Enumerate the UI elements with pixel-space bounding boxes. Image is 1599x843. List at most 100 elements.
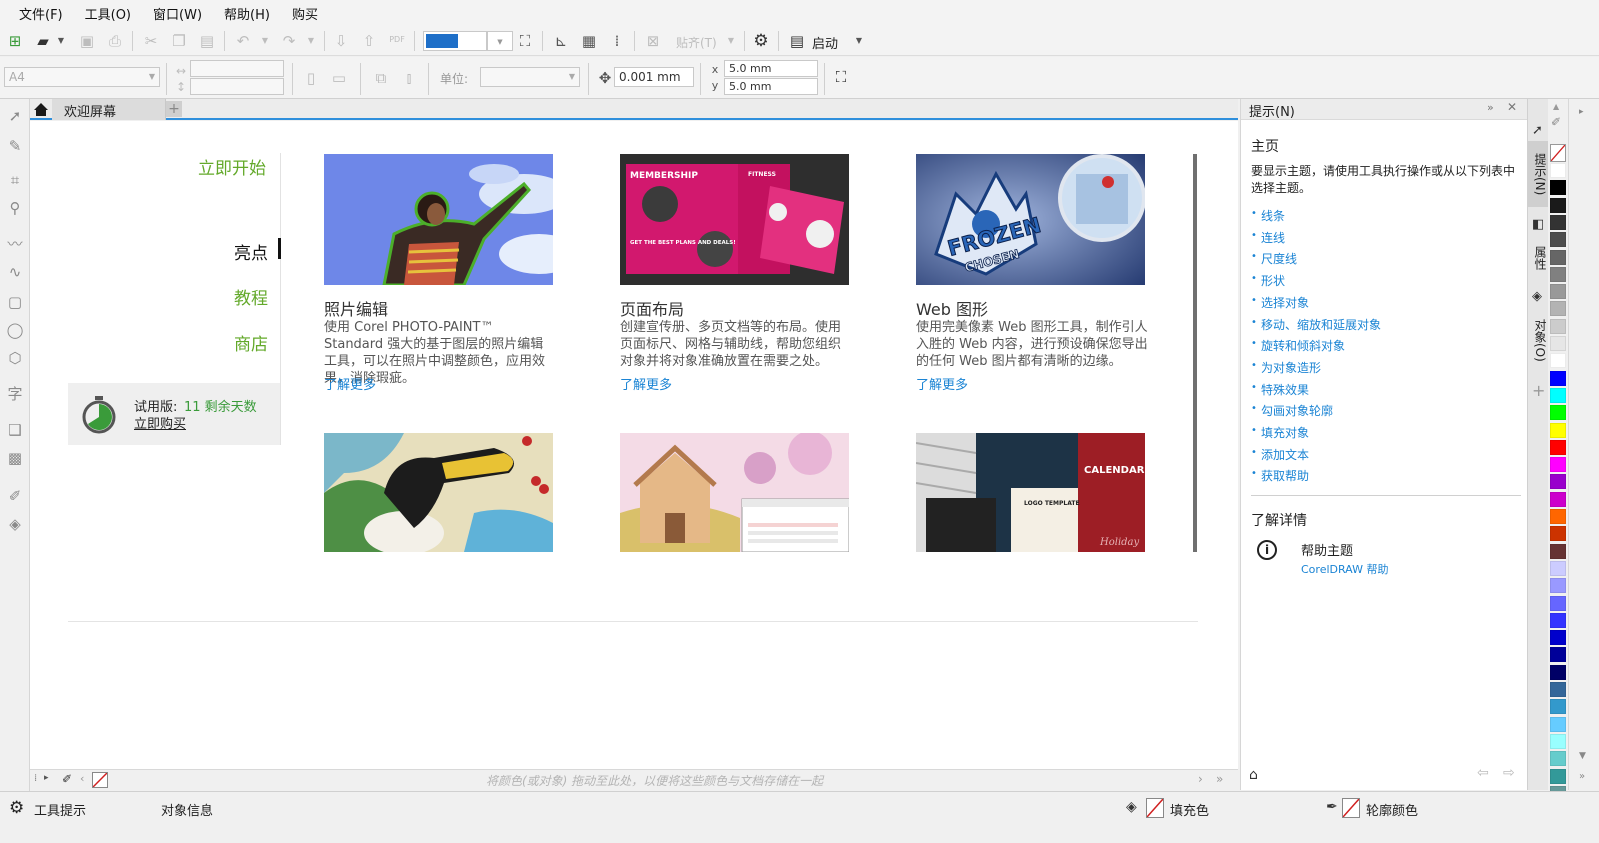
nav-get-started[interactable]: 立即开始 bbox=[198, 154, 266, 179]
add-tab-icon[interactable]: + bbox=[166, 101, 182, 117]
palette-scroll-right-icon[interactable]: › bbox=[1198, 772, 1203, 786]
menu-help[interactable]: 帮助(H) bbox=[213, 4, 281, 23]
object-info-label[interactable]: 对象信息 bbox=[161, 800, 213, 819]
palette-swatch[interactable] bbox=[1550, 284, 1566, 299]
interactive-fill-icon[interactable]: ◈ bbox=[6, 515, 24, 533]
strip-up-icon[interactable]: ▸ bbox=[1579, 107, 1584, 117]
learn-more-photo-editing[interactable]: 了解更多 bbox=[324, 374, 376, 393]
buy-now-link[interactable]: 立即购买 bbox=[134, 413, 186, 432]
nav-store[interactable]: 商店 bbox=[234, 330, 268, 355]
hint-topic-link[interactable]: 移动、缩放和延展对象 bbox=[1261, 316, 1381, 333]
all-pages-icon[interactable]: ⧉ bbox=[372, 69, 390, 87]
palette-swatch[interactable] bbox=[1550, 578, 1566, 593]
palette-swatch[interactable] bbox=[1550, 180, 1566, 195]
hint-topic-link[interactable]: 为对象造形 bbox=[1261, 359, 1321, 376]
palette-swatch[interactable] bbox=[1550, 647, 1566, 662]
outline-color-swatch[interactable] bbox=[1342, 798, 1360, 818]
hint-topic-link[interactable]: 获取帮助 bbox=[1261, 467, 1309, 484]
palette-swatch[interactable] bbox=[1550, 699, 1566, 714]
palette-swatch[interactable] bbox=[1550, 492, 1566, 507]
freehand-tool-icon[interactable]: 〰 bbox=[6, 235, 24, 253]
palette-swatch[interactable] bbox=[1550, 544, 1566, 559]
palette-swatch[interactable] bbox=[1550, 353, 1566, 368]
units-select[interactable]: ▼ bbox=[480, 67, 580, 87]
undo-icon[interactable]: ↶ bbox=[234, 32, 252, 50]
tab-properties[interactable]: 属性 bbox=[1528, 233, 1549, 283]
shape-tool-icon[interactable]: ✎ bbox=[6, 137, 24, 155]
rulers-icon[interactable]: ⊾ bbox=[552, 32, 570, 50]
color-eyedropper-icon[interactable]: ✐ bbox=[62, 772, 72, 786]
options-gear-icon[interactable]: ⚙ bbox=[752, 32, 770, 50]
palette-swatch[interactable] bbox=[1550, 163, 1566, 178]
menu-window[interactable]: 窗口(W) bbox=[142, 4, 213, 23]
tab-objects[interactable]: 对象(O) bbox=[1528, 305, 1549, 375]
nav-tutorials[interactable]: 教程 bbox=[234, 284, 268, 309]
palette-swatch[interactable] bbox=[1550, 769, 1566, 784]
strip-more-icon[interactable]: » bbox=[1579, 771, 1585, 782]
text-tool-icon[interactable]: 字 bbox=[6, 385, 24, 403]
landscape-icon[interactable]: ▭ bbox=[330, 69, 348, 87]
hint-topic-link[interactable]: 连线 bbox=[1261, 229, 1285, 246]
import-icon[interactable]: ⇩ bbox=[332, 32, 350, 50]
palette-swatch[interactable] bbox=[1550, 267, 1566, 282]
paste-icon[interactable]: ▤ bbox=[198, 32, 216, 50]
status-gear-icon[interactable]: ⚙ bbox=[9, 798, 24, 818]
artistic-media-icon[interactable]: ∿ bbox=[6, 263, 24, 281]
hint-topic-link[interactable]: 特殊效果 bbox=[1261, 381, 1309, 398]
drop-shadow-tool-icon[interactable]: ❑ bbox=[6, 421, 24, 439]
redo-dropdown-icon[interactable]: ▼ bbox=[302, 32, 320, 50]
hint-topic-link[interactable]: 填充对象 bbox=[1261, 424, 1309, 441]
menu-buy[interactable]: 购买 bbox=[281, 4, 329, 23]
grid-icon[interactable]: ▦ bbox=[580, 32, 598, 50]
toucan-illustration-image[interactable] bbox=[324, 433, 553, 552]
hint-topic-link[interactable]: 添加文本 bbox=[1261, 446, 1309, 463]
redo-icon[interactable]: ↷ bbox=[280, 32, 298, 50]
palette-swatch[interactable] bbox=[1550, 561, 1566, 576]
cut-icon[interactable]: ✂ bbox=[142, 32, 160, 50]
palette-swatch[interactable] bbox=[1550, 630, 1566, 645]
web-graphics-image[interactable]: FROZEN CHOSEN bbox=[916, 154, 1145, 285]
hint-topic-link[interactable]: 线条 bbox=[1261, 207, 1285, 224]
current-page-icon[interactable]: ⫾ bbox=[400, 69, 418, 87]
rectangle-tool-icon[interactable]: ▢ bbox=[6, 293, 24, 311]
save-icon[interactable]: ▣ bbox=[78, 32, 96, 50]
open-document-icon[interactable]: ▰ bbox=[34, 32, 52, 50]
palette-swatch[interactable] bbox=[1550, 665, 1566, 680]
calendar-template-image[interactable]: CALENDAR 2025 LOGO TEMPLATE Holiday bbox=[916, 433, 1145, 552]
snap-to-button[interactable]: 贴齐(T) bbox=[676, 34, 717, 51]
lock-docker-icon[interactable]: ⌂ bbox=[1249, 767, 1258, 783]
palette-swatch[interactable] bbox=[1550, 682, 1566, 697]
scroll-left-icon[interactable]: ⁞ bbox=[34, 773, 37, 784]
hints-forward-icon[interactable]: ⇨ bbox=[1503, 765, 1515, 781]
copy-icon[interactable]: ❐ bbox=[170, 32, 188, 50]
transparency-tool-icon[interactable]: ▩ bbox=[6, 449, 24, 467]
open-dropdown-icon[interactable]: ▼ bbox=[52, 32, 70, 50]
nav-highlights[interactable]: 亮点 bbox=[234, 239, 268, 264]
tab-hints[interactable]: 提示(N) bbox=[1528, 141, 1549, 207]
palette-scroll-left-icon[interactable]: ‹ bbox=[80, 772, 84, 785]
palette-swatch[interactable] bbox=[1550, 371, 1566, 386]
palette-eyedropper-icon[interactable]: ✐ bbox=[1551, 115, 1561, 129]
palette-swatch[interactable] bbox=[1550, 457, 1566, 472]
publish-pdf-icon[interactable]: PDF bbox=[388, 31, 406, 49]
docker-close-icon[interactable]: ✕ bbox=[1507, 100, 1517, 114]
palette-swatch[interactable] bbox=[1550, 596, 1566, 611]
palette-swatch[interactable] bbox=[1550, 301, 1566, 316]
palette-none-swatch[interactable] bbox=[1550, 144, 1566, 162]
hints-back-icon[interactable]: ⇦ bbox=[1477, 765, 1489, 781]
expand-icon[interactable]: ▸ bbox=[44, 773, 49, 783]
polygon-tool-icon[interactable]: ⬡ bbox=[6, 349, 24, 367]
palette-swatch[interactable] bbox=[1550, 319, 1566, 334]
palette-swatch[interactable] bbox=[1550, 232, 1566, 247]
new-document-icon[interactable]: ⊞ bbox=[6, 32, 24, 50]
palette-expand-icon[interactable]: » bbox=[1216, 772, 1223, 786]
page-width-field[interactable] bbox=[190, 60, 284, 77]
full-screen-icon[interactable]: ⛶ bbox=[516, 32, 534, 50]
undo-dropdown-icon[interactable]: ▼ bbox=[256, 32, 274, 50]
menu-tools[interactable]: 工具(O) bbox=[74, 4, 142, 23]
palette-swatch[interactable] bbox=[1550, 423, 1566, 438]
docker-expand-icon[interactable]: » bbox=[1487, 101, 1494, 114]
menu-file[interactable]: 文件(F) bbox=[8, 4, 74, 23]
welcome-vertical-scrollbar[interactable] bbox=[1193, 154, 1197, 552]
photo-editing-image[interactable] bbox=[324, 154, 553, 285]
